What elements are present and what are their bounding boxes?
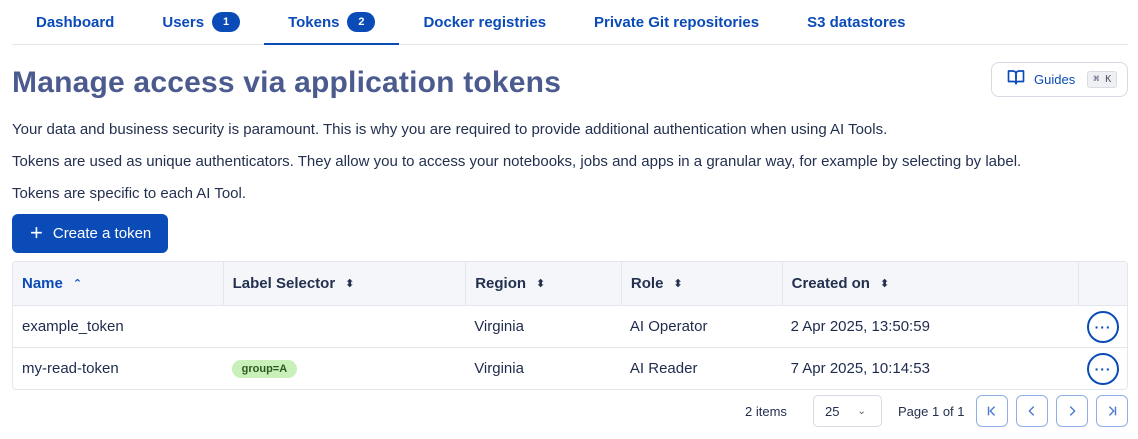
label-selector-cell	[223, 306, 466, 347]
last-page-icon	[1108, 406, 1117, 416]
page-size-select[interactable]: 25 ⌄	[813, 395, 882, 427]
column-label: Name	[22, 275, 63, 292]
column-label: Region	[475, 275, 527, 292]
intro-paragraph: Tokens are used as unique authenticators…	[12, 153, 1022, 170]
column-header-label-selector[interactable]: Label Selector ⬍	[222, 262, 466, 305]
tokens-count-badge: 2	[347, 12, 376, 32]
page-info: Page 1 of 1	[898, 404, 965, 419]
items-count: 2 items	[745, 404, 787, 419]
table-row: example_token Virginia AI Operator 2 Apr…	[13, 305, 1127, 347]
guides-label: Guides	[1034, 72, 1076, 87]
tab-label: Users	[162, 13, 205, 31]
chevron-right-icon	[1069, 406, 1076, 416]
tab-label: Docker registries	[423, 13, 547, 31]
create-token-label: Create a token	[52, 225, 152, 242]
sort-icon: ⬍	[536, 278, 546, 290]
guides-button[interactable]: Guides ⌘ K	[991, 62, 1128, 97]
last-page-button[interactable]	[1096, 395, 1128, 427]
tab-private-git-repositories[interactable]: Private Git repositories	[570, 0, 783, 44]
token-created-on: 2 Apr 2025, 13:50:59	[790, 318, 930, 335]
column-header-name[interactable]: Name ⌃	[13, 262, 223, 305]
intro-paragraph: Your data and business security is param…	[12, 121, 888, 138]
tab-label: S3 datastores	[807, 13, 906, 31]
token-role: AI Reader	[629, 360, 698, 377]
keyboard-shortcut: ⌘ K	[1087, 71, 1118, 88]
chevron-left-icon	[1028, 406, 1035, 416]
sort-icon: ⬍	[345, 278, 355, 290]
tab-tokens[interactable]: Tokens 2	[264, 0, 400, 45]
create-token-button[interactable]: + Create a token	[12, 214, 168, 253]
actions-cell: ···	[1078, 348, 1127, 389]
users-count-badge: 1	[212, 12, 241, 32]
tab-docker-registries[interactable]: Docker registries	[399, 0, 570, 44]
column-label: Role	[630, 275, 664, 292]
label-selector-cell: group=A	[223, 348, 466, 389]
column-header-actions	[1078, 262, 1127, 305]
intro-paragraph: Tokens are specific to each AI Tool.	[12, 185, 247, 202]
token-role: AI Operator	[629, 318, 708, 335]
tab-users[interactable]: Users 1	[138, 0, 264, 44]
sort-icon: ⬍	[879, 278, 890, 290]
column-header-created-on[interactable]: Created on ⬍	[781, 262, 1078, 305]
actions-cell: ···	[1078, 306, 1127, 347]
tab-label: Tokens	[288, 13, 340, 31]
ellipsis-icon: ···	[1094, 318, 1112, 335]
column-header-region[interactable]: Region ⬍	[465, 262, 621, 305]
token-region: Virginia	[474, 360, 524, 377]
first-page-button[interactable]	[976, 395, 1008, 427]
token-name: my-read-token	[22, 360, 119, 377]
sort-ascending-icon: ⌃	[72, 278, 83, 290]
chevron-down-icon: ⌄	[857, 405, 866, 417]
tokens-table: Name ⌃ Label Selector ⬍ Region ⬍ Role ⬍ Crea…	[12, 261, 1128, 390]
sort-icon: ⬍	[673, 278, 683, 290]
token-name: example_token	[22, 318, 124, 335]
page-size-value: 25	[825, 403, 840, 419]
tab-bar: Dashboard Users 1 Tokens 2 Docker registri…	[12, 0, 1128, 45]
label-tag: group=A	[231, 359, 298, 378]
tab-s3-datastores[interactable]: S3 datastores	[783, 0, 929, 44]
next-page-button[interactable]	[1056, 395, 1088, 427]
column-header-role[interactable]: Role ⬍	[620, 262, 782, 305]
plus-icon: +	[30, 219, 43, 245]
pagination: 2 items 25 ⌄ Page 1 of 1	[0, 395, 1138, 427]
table-header-row: Name ⌃ Label Selector ⬍ Region ⬍ Role ⬍ Crea…	[13, 262, 1127, 305]
more-actions-button[interactable]: ···	[1087, 310, 1120, 343]
book-icon	[1007, 68, 1025, 91]
more-actions-button[interactable]: ···	[1087, 352, 1120, 385]
previous-page-button[interactable]	[1016, 395, 1048, 427]
column-label: Label Selector	[232, 275, 336, 292]
ellipsis-icon: ···	[1094, 360, 1112, 377]
tab-dashboard[interactable]: Dashboard	[12, 0, 138, 44]
table-row: my-read-token group=A Virginia AI Reader…	[13, 347, 1127, 389]
token-created-on: 7 Apr 2025, 10:14:53	[790, 360, 930, 377]
token-region: Virginia	[474, 318, 524, 335]
column-label: Created on	[791, 275, 870, 292]
first-page-icon	[987, 406, 996, 416]
tab-label: Dashboard	[36, 13, 115, 31]
page-title: Manage access via application tokens	[12, 66, 562, 99]
tab-label: Private Git repositories	[594, 13, 760, 31]
